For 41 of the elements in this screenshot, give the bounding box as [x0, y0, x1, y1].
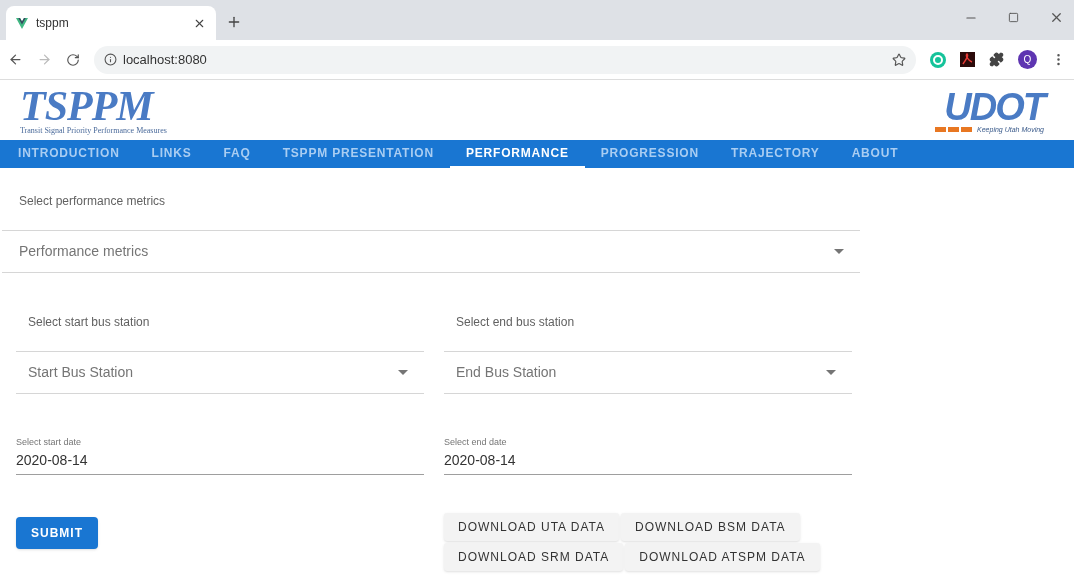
download-button[interactable]: DOWNLOAD SRM DATA — [444, 542, 624, 571]
nav-tab[interactable]: ABOUT — [835, 140, 915, 168]
date-field[interactable]: Select start date 2020-08-14 — [16, 436, 424, 475]
download-button[interactable]: DOWNLOAD UTA DATA — [444, 512, 619, 541]
field-label: Select start bus station — [27, 314, 151, 331]
download-button[interactable]: DOWNLOAD BSM DATA — [621, 512, 800, 541]
close-icon[interactable] — [1049, 10, 1064, 25]
nav-tab[interactable]: TSPPM PRESENTATION — [266, 140, 450, 168]
vue-logo-icon — [16, 17, 28, 29]
nav-tab[interactable]: INTRODUCTION — [2, 140, 136, 168]
download-button[interactable]: DOWNLOAD ATSPM DATA — [625, 542, 820, 571]
address-bar[interactable]: localhost:8080 — [94, 45, 916, 74]
dropdown-caret-icon — [398, 370, 408, 375]
bookmark-star-icon[interactable] — [892, 52, 906, 67]
select-field[interactable]: Performance metrics — [2, 230, 860, 273]
reload-icon[interactable] — [66, 52, 80, 67]
select-field[interactable]: End Bus Station — [444, 351, 852, 394]
info-icon — [104, 53, 117, 66]
nav-tab[interactable]: FAQ — [207, 140, 267, 168]
field-label: Select end bus station — [455, 314, 576, 331]
pdf-extension-icon[interactable] — [960, 52, 975, 67]
nav-tab[interactable]: PERFORMANCE — [450, 140, 585, 168]
logo-title: TSPPM — [20, 85, 155, 127]
date-field[interactable]: Select end date 2020-08-14 — [444, 436, 852, 475]
extensions-icon[interactable] — [989, 52, 1004, 67]
nav-tab[interactable]: PROGRESSION — [584, 140, 715, 168]
nav-tab[interactable]: TRAJECTORY — [714, 140, 836, 168]
dropdown-caret-icon — [826, 370, 836, 375]
submit-button[interactable]: SUBMIT — [16, 516, 98, 549]
stripes-icon — [935, 126, 974, 132]
nav-tab[interactable]: LINKS — [135, 140, 208, 168]
maximize-icon[interactable] — [1008, 12, 1019, 23]
profile-avatar[interactable]: Q — [1018, 50, 1037, 69]
tab-title: tsppm — [36, 15, 70, 32]
logo-subtitle: Transit Signal Priority Performance Measures — [20, 127, 167, 135]
new-tab-icon[interactable] — [226, 14, 242, 30]
browser-tab[interactable]: tsppm — [6, 6, 216, 40]
field-label: Select performance metrics — [18, 193, 167, 210]
select-field[interactable]: Start Bus Station — [16, 351, 424, 394]
dropdown-caret-icon — [834, 249, 844, 254]
back-icon[interactable] — [8, 52, 23, 67]
